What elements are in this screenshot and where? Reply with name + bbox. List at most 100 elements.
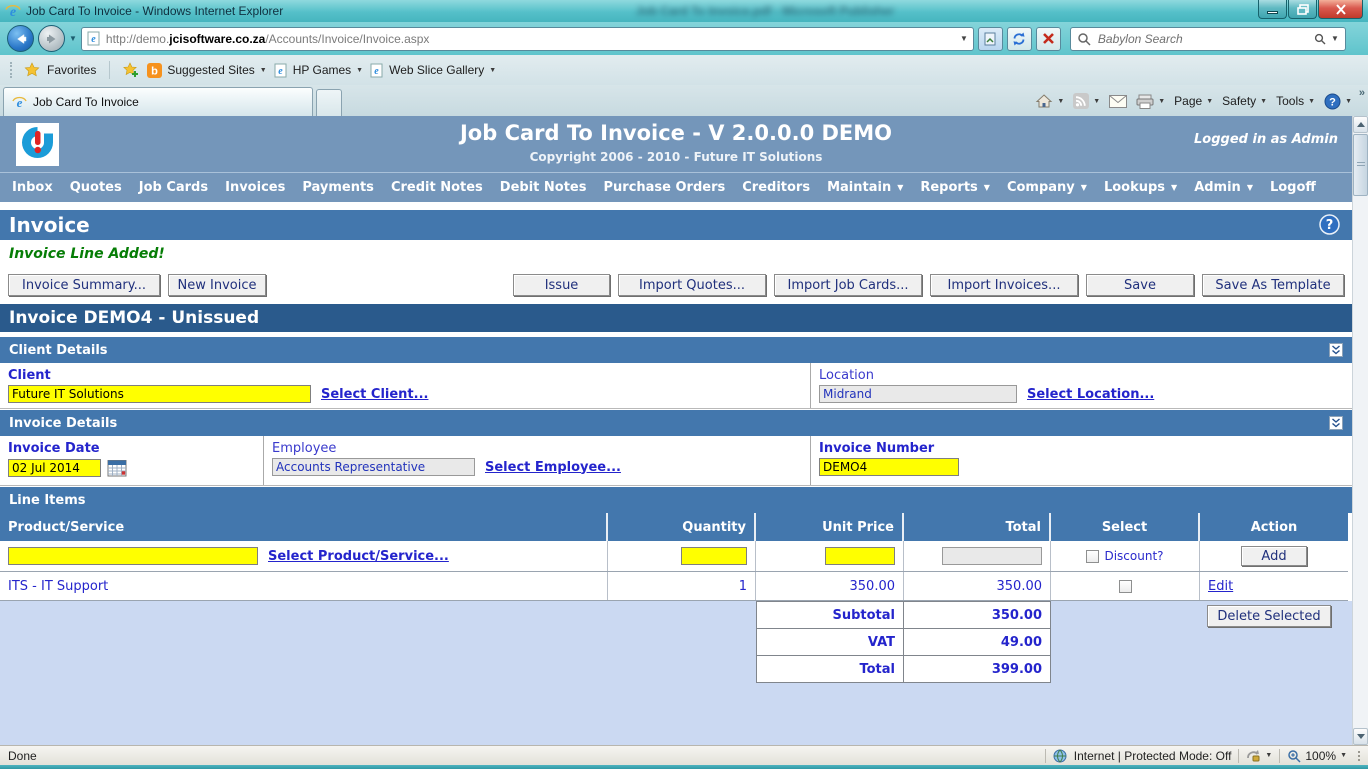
- nav-company[interactable]: Company▼: [1007, 180, 1087, 195]
- zoom-control[interactable]: 100% ▼: [1287, 749, 1347, 763]
- import-invoices-button[interactable]: Import Invoices...: [930, 274, 1078, 296]
- nav-debit-notes[interactable]: Debit Notes: [500, 180, 587, 195]
- select-location-link[interactable]: Select Location...: [1027, 387, 1154, 402]
- select-client-link[interactable]: Select Client...: [321, 387, 428, 402]
- home-button[interactable]: ▼: [1035, 93, 1064, 109]
- unit-price-input[interactable]: [825, 547, 895, 565]
- invoice-date-label: Invoice Date: [8, 441, 255, 456]
- invoice-summary-button[interactable]: Invoice Summary...: [8, 274, 160, 296]
- collapse-section-icon[interactable]: [1329, 416, 1343, 430]
- window-titlebar: e Job Card To Invoice - Windows Internet…: [0, 0, 1368, 22]
- search-input[interactable]: [1096, 31, 1309, 47]
- address-bar[interactable]: e http://demo.jcisoftware.co.za/Accounts…: [81, 27, 974, 51]
- invoice-number-input[interactable]: [819, 458, 959, 476]
- new-tab-button[interactable]: [316, 89, 342, 116]
- page-icon: e: [87, 31, 101, 46]
- background-window-title: Job Card To Invoice.pdf - Microsoft Publ…: [470, 4, 1060, 18]
- favorite-web-slice-gallery[interactable]: e Web Slice Gallery ▼: [370, 63, 496, 78]
- forward-button[interactable]: [38, 25, 65, 52]
- nav-quotes[interactable]: Quotes: [70, 180, 122, 195]
- inprivate-filter-button[interactable]: ▼: [1246, 749, 1272, 762]
- location-input: [819, 385, 1017, 403]
- svg-text:?: ?: [1329, 96, 1336, 108]
- nav-job-cards[interactable]: Job Cards: [139, 180, 208, 195]
- collapse-section-icon[interactable]: [1329, 343, 1343, 357]
- nav-purchase-orders[interactable]: Purchase Orders: [604, 180, 726, 195]
- calendar-icon[interactable]: [107, 458, 127, 477]
- invoice-date-input[interactable]: [8, 459, 101, 477]
- vertical-scrollbar[interactable]: [1352, 116, 1368, 745]
- refresh-button[interactable]: [1007, 27, 1032, 51]
- page-title: Invoice: [9, 213, 90, 237]
- nav-admin[interactable]: Admin▼: [1194, 180, 1253, 195]
- minimize-button[interactable]: [1258, 0, 1287, 19]
- page-menu[interactable]: Page▼: [1174, 94, 1213, 108]
- nav-creditors[interactable]: Creditors: [742, 180, 810, 195]
- col-select: Select: [1051, 513, 1200, 541]
- feeds-button[interactable]: ▼: [1073, 93, 1100, 109]
- window-title: Job Card To Invoice - Windows Internet E…: [26, 4, 283, 18]
- discount-option[interactable]: Discount?: [1086, 549, 1163, 563]
- select-employee-link[interactable]: Select Employee...: [485, 460, 621, 475]
- stop-button[interactable]: [1036, 27, 1061, 51]
- restore-button[interactable]: [1288, 0, 1317, 19]
- search-go-icon[interactable]: [1314, 33, 1326, 45]
- status-message: Invoice Line Added!: [9, 246, 165, 262]
- favorite-hp-games[interactable]: e HP Games ▼: [274, 63, 363, 78]
- add-favorite-icon[interactable]: [123, 62, 140, 78]
- nav-invoices[interactable]: Invoices: [225, 180, 285, 195]
- dropdown-arrow-icon: ▼: [1345, 98, 1352, 105]
- more-toolbar-items-icon[interactable]: »: [1359, 87, 1365, 99]
- search-dropdown-icon[interactable]: ▼: [1331, 35, 1339, 43]
- add-line-button[interactable]: Add: [1241, 546, 1307, 566]
- nav-lookups[interactable]: Lookups▼: [1104, 180, 1177, 195]
- nav-payments[interactable]: Payments: [302, 180, 374, 195]
- quantity-input[interactable]: [681, 547, 747, 565]
- nav-credit-notes[interactable]: Credit Notes: [391, 180, 483, 195]
- issue-button[interactable]: Issue: [513, 274, 610, 296]
- client-input[interactable]: [8, 385, 311, 403]
- select-product-service-link[interactable]: Select Product/Service...: [268, 549, 449, 564]
- scrollbar-thumb[interactable]: [1353, 134, 1368, 196]
- browser-window: e Job Card To Invoice - Windows Internet…: [0, 0, 1368, 769]
- tools-menu[interactable]: Tools▼: [1276, 94, 1315, 108]
- tab-title: Job Card To Invoice: [33, 95, 139, 109]
- compatibility-view-button[interactable]: [978, 27, 1003, 51]
- invoice-number-label: Invoice Number: [819, 441, 1344, 456]
- print-button[interactable]: ▼: [1136, 94, 1165, 109]
- new-invoice-button[interactable]: New Invoice: [168, 274, 266, 296]
- save-as-template-button[interactable]: Save As Template: [1202, 274, 1344, 296]
- import-job-cards-button[interactable]: Import Job Cards...: [774, 274, 922, 296]
- resize-grip[interactable]: [1358, 751, 1360, 761]
- safety-menu[interactable]: Safety▼: [1222, 94, 1267, 108]
- ie-page-icon: e: [12, 95, 27, 110]
- nav-reports[interactable]: Reports▼: [920, 180, 990, 195]
- recent-pages-dropdown-icon[interactable]: ▼: [69, 35, 77, 43]
- close-button[interactable]: [1318, 0, 1363, 19]
- divider: [1279, 749, 1280, 763]
- url-text[interactable]: http://demo.jcisoftware.co.za/Accounts/I…: [106, 32, 955, 46]
- ie-logo-icon: e: [5, 3, 21, 19]
- product-service-input[interactable]: [8, 547, 258, 565]
- scroll-down-button[interactable]: [1353, 728, 1368, 745]
- nav-inbox[interactable]: Inbox: [12, 180, 53, 195]
- search-box[interactable]: ▼: [1070, 27, 1346, 51]
- discount-checkbox[interactable]: [1086, 550, 1099, 563]
- address-dropdown-icon[interactable]: ▼: [960, 35, 968, 43]
- help-button[interactable]: ? ▼: [1324, 93, 1352, 110]
- favorites-button[interactable]: Favorites: [47, 63, 96, 77]
- help-icon[interactable]: ?: [1319, 214, 1340, 235]
- back-button[interactable]: [7, 25, 34, 52]
- delete-selected-button[interactable]: Delete Selected: [1207, 605, 1331, 627]
- import-quotes-button[interactable]: Import Quotes...: [618, 274, 766, 296]
- favorite-suggested-sites[interactable]: b Suggested Sites ▼: [147, 63, 266, 78]
- scroll-up-button[interactable]: [1353, 116, 1368, 133]
- nav-maintain[interactable]: Maintain▼: [827, 180, 903, 195]
- save-button[interactable]: Save: [1086, 274, 1194, 296]
- edit-line-link[interactable]: Edit: [1208, 579, 1233, 594]
- read-mail-button[interactable]: [1109, 95, 1127, 108]
- nav-logoff[interactable]: Logoff: [1270, 180, 1316, 195]
- svg-text:e: e: [91, 34, 96, 45]
- line-item-select-checkbox[interactable]: [1119, 580, 1132, 593]
- tab-job-card-to-invoice[interactable]: e Job Card To Invoice: [3, 87, 313, 116]
